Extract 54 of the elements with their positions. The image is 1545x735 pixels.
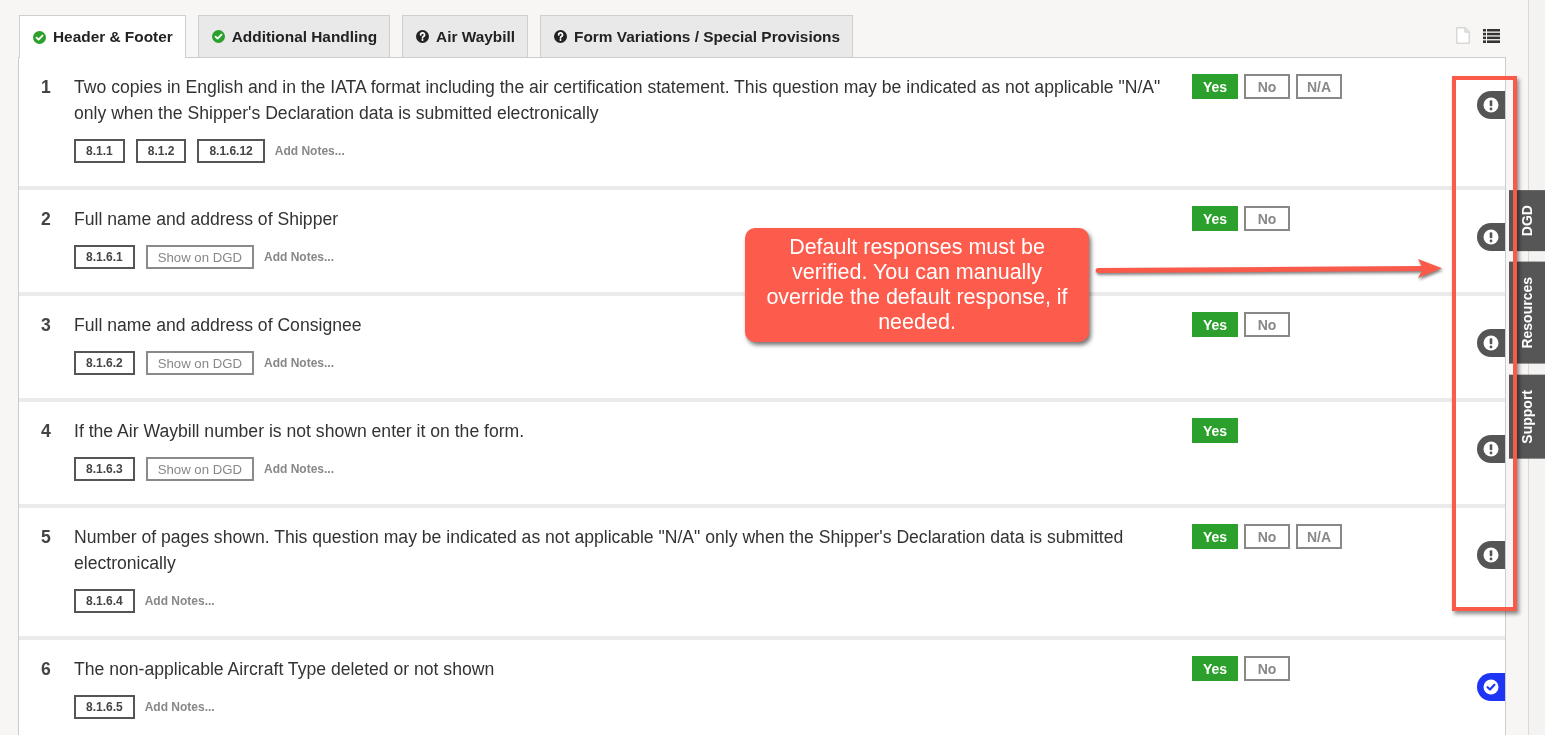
reference-tag[interactable]: 8.1.6.2 bbox=[74, 351, 135, 375]
question-text: Full name and address of Consignee bbox=[74, 314, 362, 337]
question-number: 4 bbox=[41, 420, 52, 443]
answer-button[interactable]: No bbox=[1244, 656, 1290, 681]
tab[interactable]: Header & Footer bbox=[19, 15, 186, 58]
reference-tag[interactable]: 8.1.6.1 bbox=[74, 245, 135, 269]
reference-tag[interactable]: 8.1.2 bbox=[135, 139, 187, 163]
question-number: 3 bbox=[41, 314, 52, 337]
reference-tag[interactable]: 8.1.6.5 bbox=[74, 695, 135, 719]
add-notes-link[interactable]: Add Notes... bbox=[264, 250, 334, 264]
answer-button[interactable]: No bbox=[1244, 524, 1290, 549]
question-text: Number of pages shown. This question may be indicated as not applicable "N/A" only when the Shipper's Declaration data is submitted electronically bbox=[74, 526, 1125, 575]
add-notes-link[interactable]: Add Notes... bbox=[144, 594, 215, 608]
add-notes-link[interactable]: Add Notes... bbox=[274, 144, 345, 158]
alert-icon[interactable] bbox=[1477, 329, 1505, 357]
reference-tag[interactable]: 8.1.1 bbox=[74, 139, 125, 163]
reference-tag[interactable]: 8.1.6.4 bbox=[74, 589, 135, 613]
question-text: Full name and address of Shipper bbox=[74, 208, 339, 231]
add-notes-link[interactable]: Add Notes... bbox=[144, 700, 215, 714]
question-text: Two copies in English and in the IATA format including the air certification statement. This question may be indicated as not applicable "N/A" only when the Shipper's Declaration data is submitted electronically bbox=[74, 76, 1162, 125]
answer-button[interactable]: Yes bbox=[1192, 656, 1238, 681]
answer-button[interactable]: No bbox=[1244, 312, 1290, 337]
answer-button[interactable]: Yes bbox=[1192, 74, 1238, 99]
question-number: 1 bbox=[41, 76, 52, 99]
question-number: 6 bbox=[41, 658, 52, 681]
alert-icon[interactable] bbox=[1477, 91, 1505, 119]
answer-button[interactable]: Yes bbox=[1192, 418, 1238, 443]
add-notes-link[interactable]: Add Notes... bbox=[264, 462, 334, 476]
tab[interactable]: Additional Handling bbox=[197, 15, 391, 57]
question-text: If the Air Waybill number is not shown enter it on the form. bbox=[74, 420, 525, 443]
tab[interactable]: Air Waybill bbox=[402, 15, 529, 57]
callout-text: Default responses must be verified. You can manually override the default response, if needed. bbox=[765, 235, 1069, 335]
alert-icon[interactable] bbox=[1477, 541, 1505, 569]
question-number: 2 bbox=[41, 208, 52, 231]
alert-icon[interactable] bbox=[1477, 435, 1505, 463]
question-number: 5 bbox=[41, 526, 52, 549]
answer-button[interactable]: N/A bbox=[1296, 74, 1342, 99]
answer-button[interactable]: N/A bbox=[1296, 524, 1342, 549]
answer-button[interactable]: No bbox=[1244, 206, 1290, 231]
list-icon[interactable] bbox=[1483, 28, 1500, 43]
show-on-dgd-button[interactable]: Show on DGD bbox=[145, 245, 254, 269]
alert-icon[interactable] bbox=[1477, 223, 1505, 251]
answer-button[interactable]: Yes bbox=[1192, 524, 1238, 549]
reference-tag[interactable]: 8.1.6.3 bbox=[74, 457, 135, 481]
question-text: The non-applicable Aircraft Type deleted or not shown bbox=[74, 658, 495, 681]
answer-button[interactable]: Yes bbox=[1192, 312, 1238, 337]
show-on-dgd-button[interactable]: Show on DGD bbox=[145, 351, 254, 375]
add-notes-link[interactable]: Add Notes... bbox=[264, 356, 334, 370]
reference-tag[interactable]: 8.1.6.12 bbox=[197, 139, 265, 163]
tab[interactable]: Form Variations / Special Provisions bbox=[540, 15, 854, 57]
answer-button[interactable]: No bbox=[1244, 74, 1290, 99]
show-on-dgd-button[interactable]: Show on DGD bbox=[145, 457, 254, 481]
answer-button[interactable]: Yes bbox=[1192, 206, 1238, 231]
check-icon[interactable] bbox=[1477, 673, 1505, 701]
